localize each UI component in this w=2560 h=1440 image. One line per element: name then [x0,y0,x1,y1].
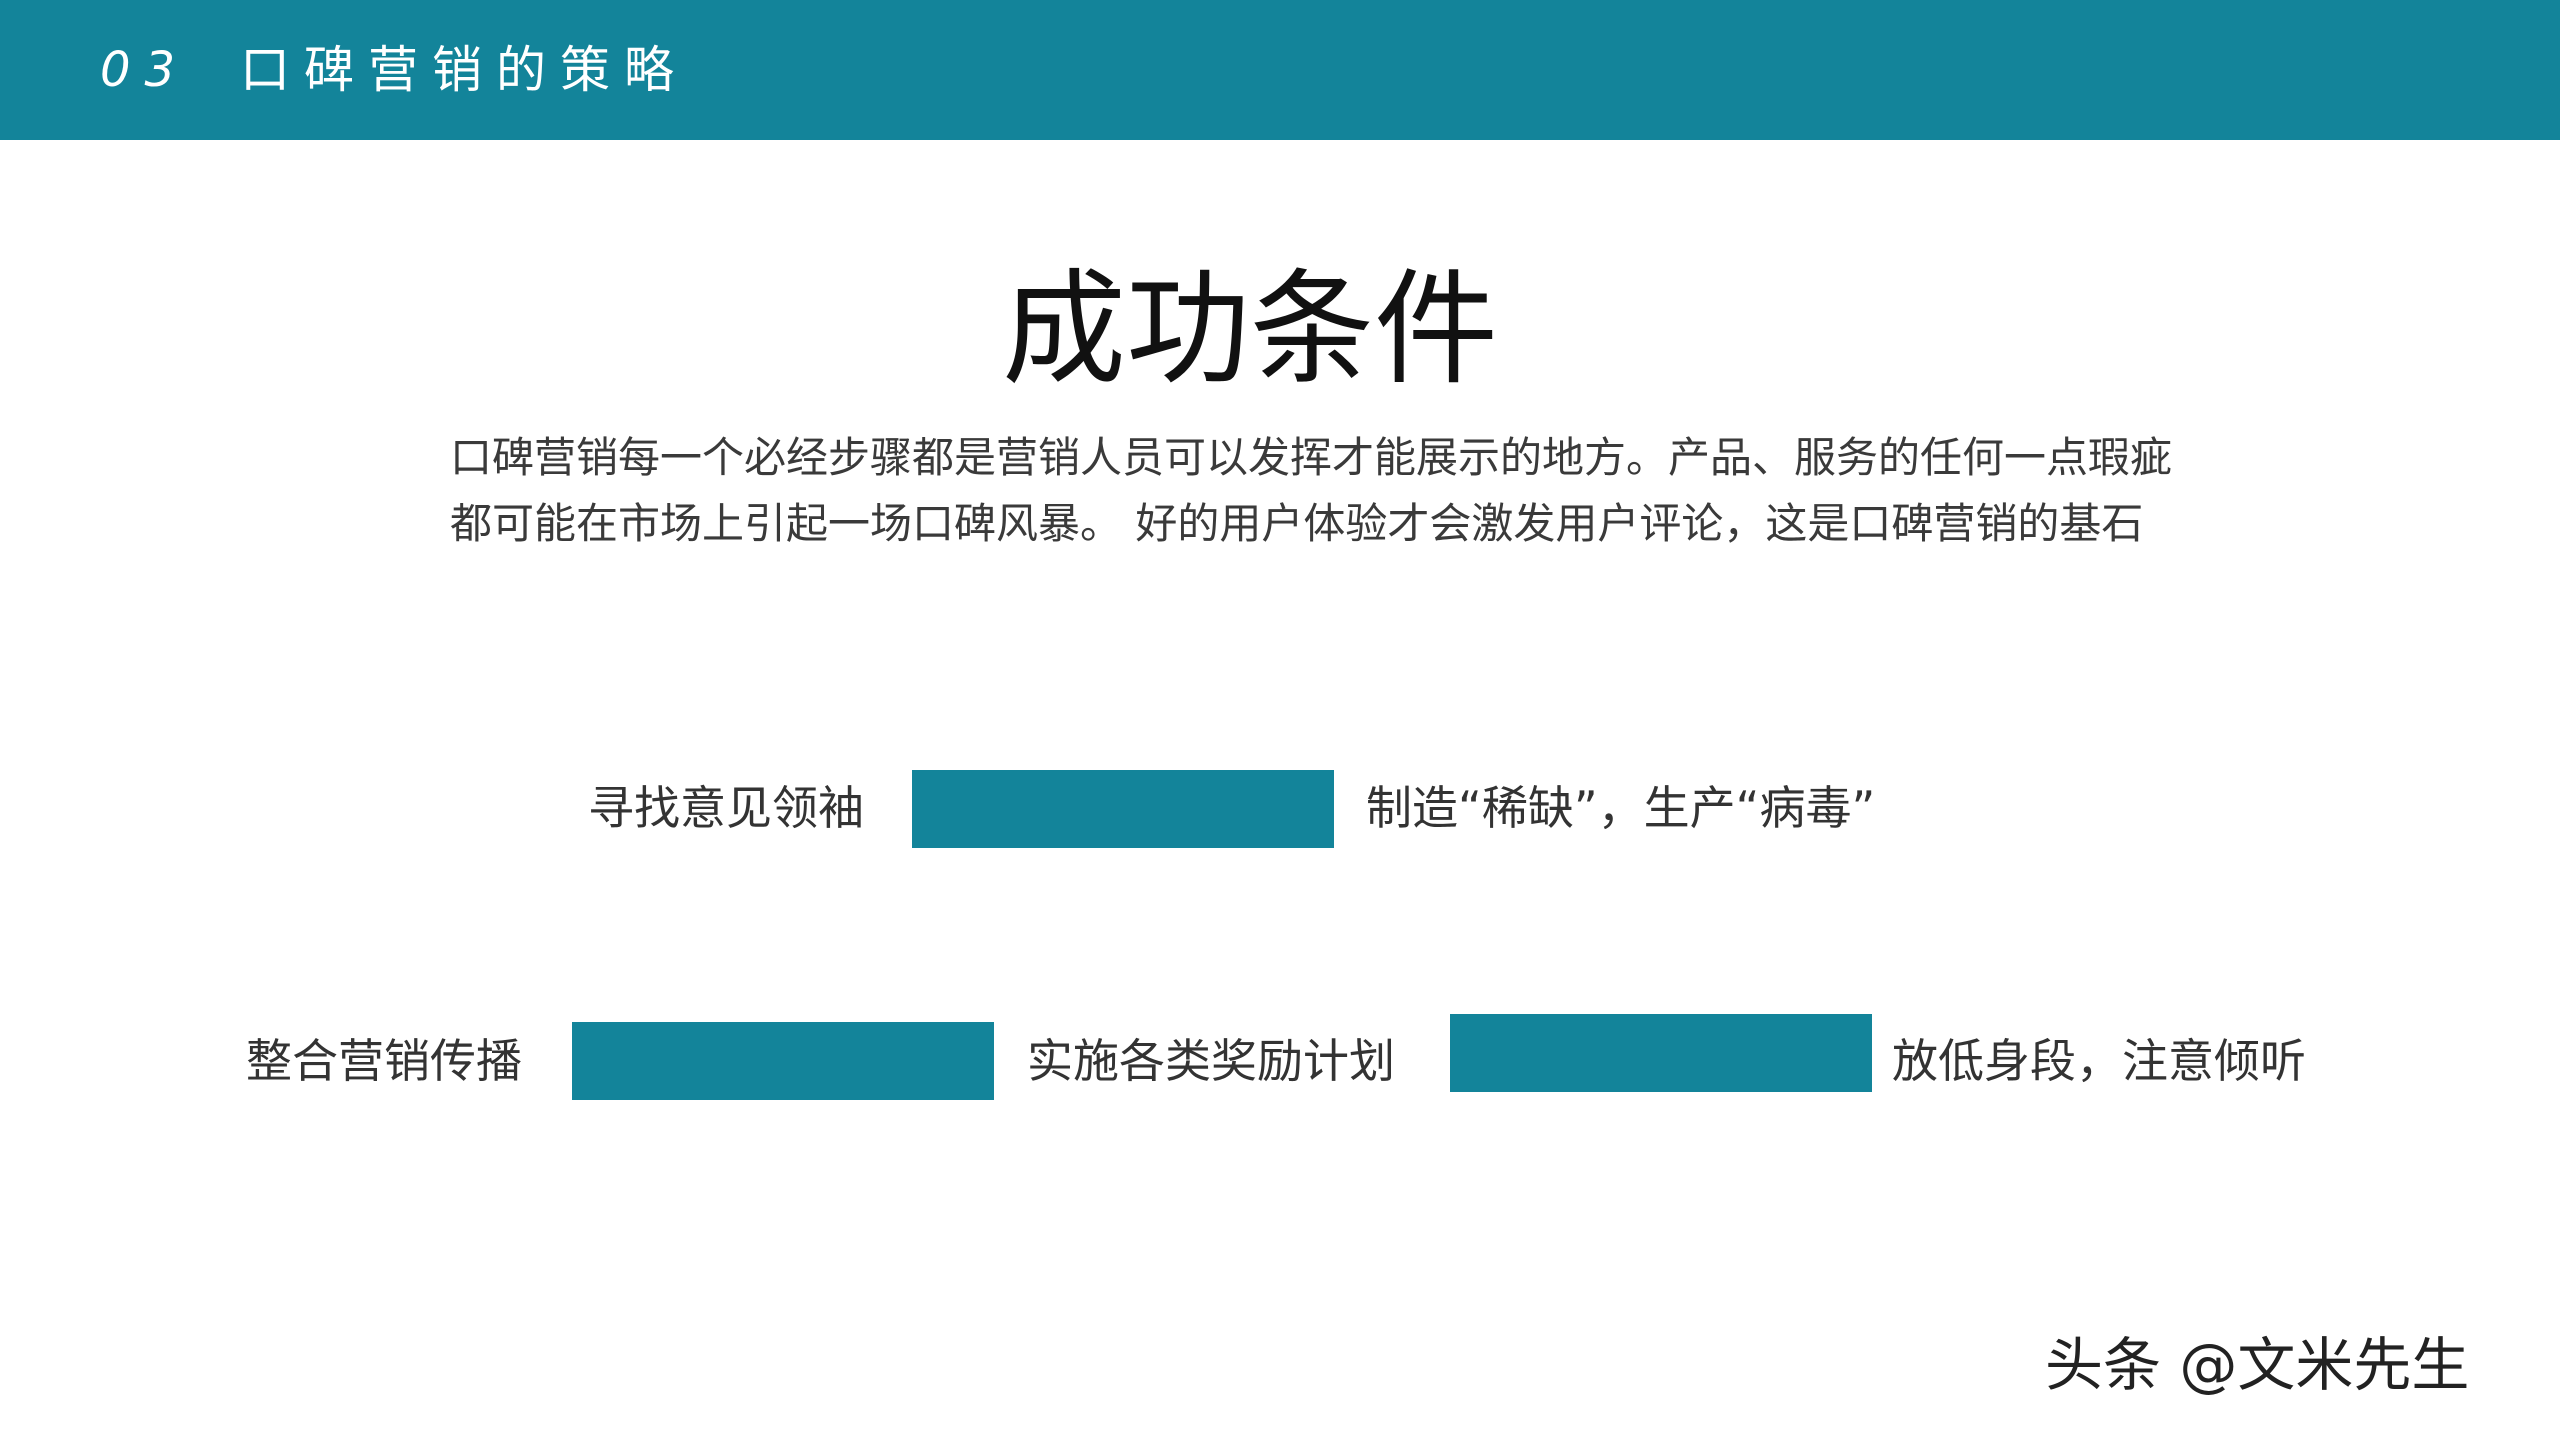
strategy-create-scarcity: 制造“稀缺”，生产“病毒” [1366,781,1876,835]
strategy-find-opinion-leaders: 寻找意见领袖 [588,781,864,835]
page-title: 成功条件 [1001,258,1498,402]
description-paragraph: 口碑营销每一个必经步骤都是营销人员可以发挥才能展示的地方。产品、服务的任何一点瑕… [450,425,2210,557]
section-number: 03 [100,42,190,98]
teal-divider-block [572,1022,994,1100]
description-line-1: 口碑营销每一个必经步骤都是营销人员可以发挥才能展示的地方。产品、服务的任何一点瑕… [450,433,2173,482]
description-line-2: 都可能在市场上引起一场口碑风暴。 好的用户体验才会激发用户评论，这是口碑营销的基… [450,499,2144,548]
strategy-integrated-marketing: 整合营销传播 [246,1034,522,1088]
strategy-listen-humbly: 放低身段，注意倾听 [1892,1034,2306,1088]
teal-divider-block [912,770,1334,848]
teal-divider-block [1450,1014,1872,1092]
header-bar: 03 口碑营销的策略 [0,0,2560,140]
section-title: 口碑营销的策略 [240,41,688,99]
watermark-text: 头条 @文米先生 [2045,1331,2470,1399]
strategy-reward-programs: 实施各类奖励计划 [1027,1034,1395,1088]
